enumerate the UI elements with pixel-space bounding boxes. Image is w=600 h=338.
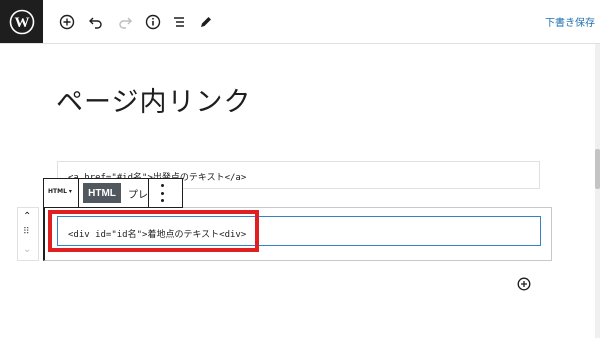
scrollbar-thumb[interactable] xyxy=(595,149,600,189)
more-options-icon[interactable] xyxy=(157,184,167,202)
toolbar-divider xyxy=(78,179,79,207)
html-code-input[interactable]: <div id="id名">着地点のテキスト<div> xyxy=(57,216,541,246)
redo-icon[interactable] xyxy=(114,11,136,33)
svg-text:W: W xyxy=(14,15,29,31)
add-block-icon[interactable] xyxy=(56,11,78,33)
add-block-inline-icon[interactable] xyxy=(517,276,531,291)
move-up-icon[interactable]: ⌃ xyxy=(23,211,31,222)
html-input-code: <div id="id名">着地点のテキスト<div> xyxy=(68,230,247,240)
preview-tab-button[interactable]: プレ xyxy=(128,186,148,201)
list-view-icon[interactable] xyxy=(168,11,190,33)
info-icon[interactable] xyxy=(142,11,164,33)
move-down-icon[interactable]: ⌄ xyxy=(23,244,31,255)
wordpress-logo-icon[interactable]: W xyxy=(0,0,43,43)
chevron-down-icon: ▾ xyxy=(68,188,72,195)
toolbar-divider xyxy=(148,179,149,207)
drag-handle-icon[interactable]: ⠿ xyxy=(23,227,30,237)
save-draft-button[interactable]: 下書き保存 xyxy=(545,14,595,29)
post-title[interactable]: ページ内リンク xyxy=(56,80,251,119)
scrollbar[interactable] xyxy=(595,44,600,338)
block-toolbar: HTML ▾ HTML プレ xyxy=(43,178,183,208)
undo-icon[interactable] xyxy=(85,11,107,33)
html-tab-button[interactable]: HTML xyxy=(83,183,121,203)
edit-icon[interactable] xyxy=(195,11,217,33)
editor-top-toolbar: W 下書き保存 xyxy=(0,0,600,44)
block-type-switcher[interactable]: HTML ▾ xyxy=(48,188,72,195)
block-mover: ⌃ ⠿ ⌄ xyxy=(17,207,39,261)
block-type-label: HTML xyxy=(48,188,67,195)
